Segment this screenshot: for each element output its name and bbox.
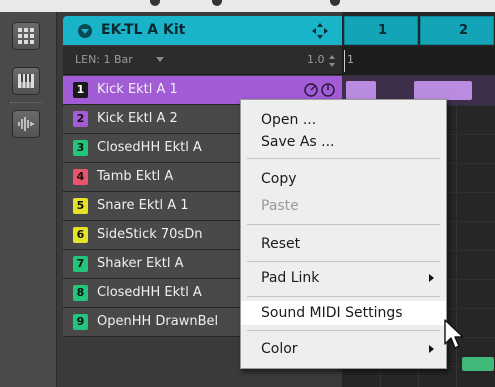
menu-item-paste[interactable]: Paste bbox=[241, 194, 446, 218]
menu-item-reset[interactable]: Reset bbox=[241, 232, 446, 256]
note-event[interactable] bbox=[414, 81, 472, 100]
menu-separator bbox=[247, 330, 440, 331]
ruler-marker: 1 bbox=[347, 53, 354, 66]
mute-solo-knobs-icon[interactable] bbox=[303, 82, 337, 98]
note-event[interactable] bbox=[462, 357, 494, 371]
menu-item-color[interactable]: Color bbox=[241, 337, 446, 361]
sound-number-badge: 7 bbox=[73, 256, 88, 272]
sound-number-badge: 4 bbox=[73, 169, 88, 185]
note-event[interactable] bbox=[346, 81, 376, 100]
tool-separator bbox=[10, 102, 42, 104]
top-strip bbox=[0, 0, 495, 12]
submenu-arrow-icon bbox=[429, 345, 434, 353]
mouse-pointer-icon bbox=[444, 319, 464, 349]
menu-item-save-as[interactable]: Save As ... bbox=[241, 130, 446, 154]
menu-item-open[interactable]: Open ... bbox=[241, 108, 446, 132]
sound-number-badge: 3 bbox=[73, 140, 88, 156]
waveform-icon[interactable] bbox=[12, 110, 40, 138]
menu-separator bbox=[247, 224, 440, 225]
sound-name: ClosedHH Ektl A bbox=[97, 140, 202, 155]
sound-name: OpenHH DrawnBel bbox=[97, 314, 219, 329]
length-stepper-icon[interactable] bbox=[328, 54, 336, 68]
context-menu: Open ... Save As ... Copy Paste Reset Pa… bbox=[240, 99, 447, 369]
bar-2-header[interactable]: 2 bbox=[420, 16, 494, 45]
sound-number-badge: 2 bbox=[73, 111, 88, 127]
sound-name: SideStick 70sDn bbox=[97, 227, 203, 242]
sound-number-badge: 5 bbox=[73, 198, 88, 214]
bar-1-header[interactable]: 1 bbox=[344, 16, 418, 45]
sound-name: Shaker Ektl A bbox=[97, 256, 184, 271]
submenu-arrow-icon bbox=[429, 274, 434, 282]
menu-item-label: Pad Link bbox=[261, 270, 320, 286]
menu-separator bbox=[247, 158, 440, 159]
menu-item-label: Color bbox=[261, 341, 298, 357]
sound-number-badge: 6 bbox=[73, 227, 88, 243]
group-title: EK-TL A Kit bbox=[101, 22, 186, 38]
sound-name: ClosedHH Ektl A bbox=[97, 285, 202, 300]
sound-name: Kick Ektl A 1 bbox=[97, 82, 178, 97]
menu-separator bbox=[247, 296, 440, 297]
sound-number-badge: 8 bbox=[73, 285, 88, 301]
pattern-length-value[interactable]: 1.0 bbox=[307, 53, 325, 66]
menu-item-sound-midi-settings[interactable]: Sound MIDI Settings bbox=[241, 301, 446, 325]
pattern-length-label[interactable]: LEN: 1 Bar bbox=[75, 53, 133, 66]
menu-separator bbox=[247, 261, 440, 262]
pattern-grid-icon[interactable] bbox=[12, 22, 40, 50]
chevron-down-icon[interactable] bbox=[78, 24, 92, 38]
length-dropdown-arrow-icon[interactable] bbox=[156, 57, 164, 62]
sound-number-badge: 1 bbox=[73, 82, 88, 98]
keyboard-icon[interactable] bbox=[12, 67, 40, 95]
sound-name: Snare Ektl A 1 bbox=[97, 198, 189, 213]
sound-name: Kick Ektl A 2 bbox=[97, 111, 178, 126]
pattern-length-row: LEN: 1 Bar 1.0 bbox=[63, 46, 342, 75]
sound-name: Tamb Ektl A bbox=[97, 169, 174, 184]
menu-item-pad-link[interactable]: Pad Link bbox=[241, 266, 446, 290]
timeline-ruler[interactable]: 1 bbox=[342, 46, 495, 76]
left-tool-column bbox=[0, 12, 57, 387]
group-header[interactable]: EK-TL A Kit bbox=[63, 16, 342, 45]
move-arrows-icon[interactable] bbox=[311, 22, 329, 40]
sound-number-badge: 9 bbox=[73, 314, 88, 330]
menu-item-copy[interactable]: Copy bbox=[241, 167, 446, 191]
